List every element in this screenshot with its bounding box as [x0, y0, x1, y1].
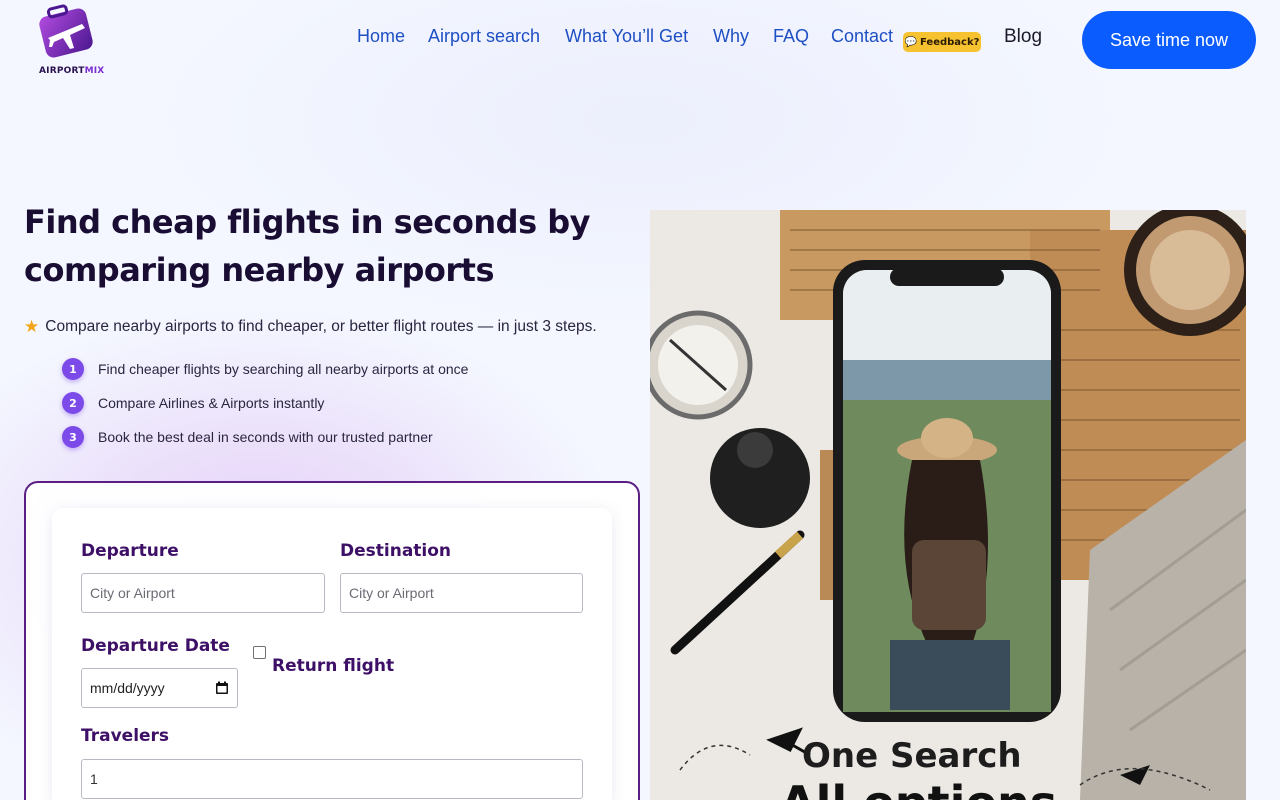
nav-faq[interactable]: FAQ — [773, 26, 809, 47]
step-item: 1 Find cheaper flights by searching all … — [62, 358, 468, 380]
destination-input[interactable] — [340, 573, 583, 613]
destination-label: Destination — [340, 541, 452, 561]
chat-bubble-icon: 💬 — [904, 36, 917, 48]
feedback-badge[interactable]: 💬 Feedback? — [903, 32, 981, 52]
step-text: Book the best deal in seconds with our t… — [98, 429, 433, 445]
logo[interactable]: AIRPORTMIX — [36, 4, 104, 76]
hero-promo-image: One Search All options — [650, 210, 1246, 800]
travel-phone-illustration — [650, 210, 1246, 800]
promo-subheadline: All options — [780, 776, 1057, 800]
step-number: 1 — [62, 358, 84, 380]
step-text: Compare Airlines & Airports instantly — [98, 395, 325, 411]
site-header: AIRPORTMIX Home Airport search What You’… — [0, 0, 1280, 90]
travelers-input[interactable] — [81, 759, 583, 799]
nav-what-youll-get[interactable]: What You’ll Get — [565, 26, 688, 47]
departure-date-input[interactable]: mm/dd/yyyy — [81, 668, 238, 708]
save-time-button[interactable]: Save time now — [1082, 11, 1256, 69]
tagline-text: Compare nearby airports to find cheaper,… — [45, 318, 597, 335]
step-item: 3 Book the best deal in seconds with our… — [62, 426, 433, 448]
departure-date-label: Departure Date — [81, 636, 230, 656]
travelers-label: Travelers — [81, 726, 170, 746]
step-number: 3 — [62, 426, 84, 448]
nav-why[interactable]: Why — [713, 26, 749, 47]
logo-text: AIRPORTMIX — [39, 66, 105, 76]
calendar-icon — [216, 681, 228, 694]
feedback-label: Feedback? — [920, 36, 980, 48]
airplane-logo-icon — [39, 4, 93, 58]
nav-airport-search[interactable]: Airport search — [428, 26, 540, 47]
step-number: 2 — [62, 392, 84, 414]
date-placeholder: mm/dd/yyyy — [90, 680, 165, 696]
star-icon: ★ — [24, 317, 40, 336]
departure-input[interactable] — [81, 573, 325, 613]
step-item: 2 Compare Airlines & Airports instantly — [62, 392, 324, 414]
departure-label: Departure — [81, 541, 179, 561]
nav-home[interactable]: Home — [357, 26, 405, 47]
return-flight-checkbox[interactable] — [253, 646, 266, 659]
hero-tagline: ★ Compare nearby airports to find cheape… — [24, 317, 597, 337]
promo-headline: One Search — [802, 736, 1022, 776]
nav-contact[interactable]: Contact — [831, 26, 893, 47]
step-text: Find cheaper flights by searching all ne… — [98, 361, 469, 377]
hero-title: Find cheap flights in seconds by compari… — [24, 203, 591, 289]
nav-blog[interactable]: Blog — [1004, 26, 1042, 48]
return-flight-label[interactable]: Return flight — [272, 656, 394, 676]
